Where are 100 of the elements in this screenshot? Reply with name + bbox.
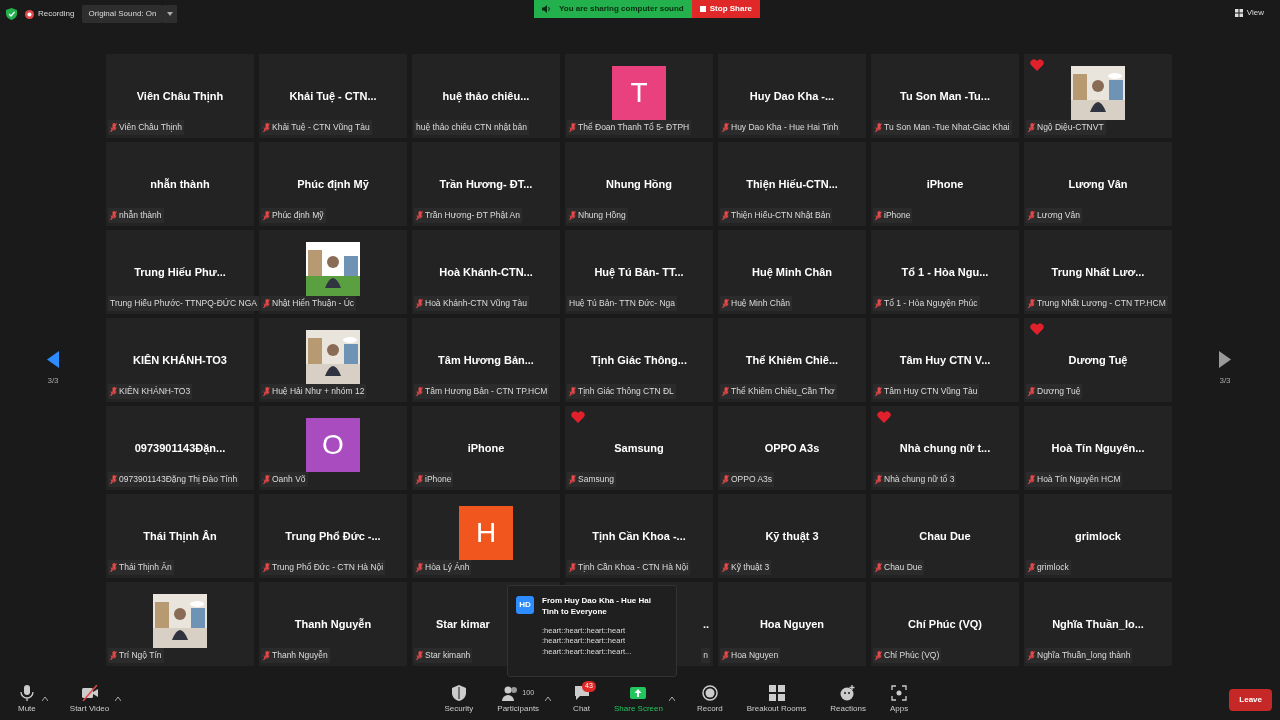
name-label: Lương Vân bbox=[1026, 208, 1082, 223]
apps-icon bbox=[891, 685, 907, 701]
view-button[interactable]: View bbox=[1228, 6, 1270, 20]
caret-icon bbox=[668, 696, 675, 701]
name-label: Nghĩa Thuần_long thành bbox=[1026, 648, 1133, 663]
shield-icon bbox=[6, 8, 17, 20]
page-indicator: 3/3 bbox=[1219, 375, 1231, 387]
name-label: Trung Nhất Lương - CTN TP.HCM bbox=[1026, 296, 1168, 311]
participant-name: Nhung Hồng bbox=[606, 176, 672, 192]
participant-name: Trung Nhất Lươ... bbox=[1051, 264, 1145, 280]
name-label: Huệ Hải Như + nhóm 12 bbox=[261, 384, 367, 399]
caret-icon bbox=[41, 696, 48, 701]
name-label: Tâm Huy CTN Vũng Tàu bbox=[873, 384, 980, 399]
participant-name: grimlock bbox=[1075, 528, 1121, 544]
name-label: Thể Đoan Thanh Tổ 5- ĐTPH bbox=[567, 120, 692, 135]
toolbar-button[interactable]: Start Video bbox=[65, 685, 114, 715]
participant-name: Huệ Minh Chân bbox=[751, 264, 833, 281]
leave-button[interactable]: Leave bbox=[1229, 689, 1272, 711]
record-icon bbox=[701, 685, 718, 701]
people-icon bbox=[502, 685, 519, 701]
name-label: Khải Tuệ - CTN Vũng Tàu bbox=[261, 120, 372, 135]
name-label: Samsung bbox=[567, 472, 616, 487]
name-label: Trần Hương- ĐT Phật An bbox=[414, 208, 522, 223]
name-label: n bbox=[701, 648, 710, 663]
name-label: Thái Thịnh Ân bbox=[108, 560, 174, 575]
participant-name: Tâm Hương Bản... bbox=[438, 352, 534, 368]
participant-name: Tâm Huy CTN V... bbox=[899, 352, 991, 368]
name-label: Thiện Hiếu-CTN Nhật Bản bbox=[720, 208, 833, 223]
name-label: Hoà Tín Nguyên HCM bbox=[1026, 472, 1123, 487]
toolbar-button[interactable]: Record bbox=[692, 685, 727, 715]
participant-name: OPPO A3s bbox=[764, 440, 820, 456]
toolbar-button[interactable]: Breakout Rooms bbox=[742, 685, 811, 715]
participant-name: Lương Vân bbox=[1068, 176, 1128, 192]
toolbar-button[interactable]: Security bbox=[440, 685, 478, 715]
grid-icon bbox=[768, 685, 785, 701]
participant-name: Tu Son Man -Tu... bbox=[900, 88, 990, 104]
avatar-tile: O bbox=[306, 418, 360, 472]
name-label: Chau Due bbox=[873, 560, 925, 575]
participant-name: 0973901143Đặn... bbox=[134, 440, 226, 457]
toolbar-button[interactable]: Share Screen bbox=[610, 685, 667, 715]
participant-name: Huy Dao Kha -... bbox=[749, 88, 835, 104]
participant-name: Phúc định Mỹ bbox=[297, 176, 369, 193]
sharing-notice-banner: You are sharing computer sound bbox=[534, 0, 692, 18]
name-label: Trung Hiếu Phước- TTNPQ-ĐỨC NGA bbox=[108, 296, 259, 311]
participant-name: Dương Tuệ bbox=[1068, 352, 1128, 369]
name-label: iPhone bbox=[873, 208, 913, 223]
name-label: Dương Tuệ bbox=[1026, 384, 1083, 399]
shield-icon bbox=[450, 685, 467, 701]
participant-name: Thanh Nguyễn bbox=[294, 616, 372, 632]
participant-name: Thiện Hiếu-CTN... bbox=[746, 176, 838, 193]
name-label: Hòa Lý Ánh bbox=[414, 560, 472, 575]
participant-name: Star kimar bbox=[436, 616, 490, 632]
name-label: Nhà chung nữ tổ 3 bbox=[873, 472, 957, 487]
participant-name: Chau Due bbox=[919, 528, 971, 544]
participant-name: Thái Thịnh Ân bbox=[143, 528, 217, 545]
camera-off-icon bbox=[81, 685, 98, 701]
name-label: Nhật Hiển Thuận - Úc bbox=[261, 296, 357, 311]
stop-share-button[interactable]: Stop Share bbox=[691, 0, 760, 18]
participant-name: Tịnh Cần Khoa -... bbox=[592, 528, 686, 545]
name-label: Hoa Nguyen bbox=[720, 648, 781, 663]
participant-name: huệ thảo chiêu... bbox=[442, 88, 530, 105]
toolbar-button[interactable]: Mute bbox=[14, 685, 40, 715]
participant-name: Trung Phổ Đức -... bbox=[285, 528, 381, 544]
message-sender: From Huy Dao Kha - Hue Hai Tinh to Everyone bbox=[542, 596, 652, 618]
name-label: Oanh Võ bbox=[261, 472, 308, 487]
participant-name: Hoà Tín Nguyên... bbox=[1051, 440, 1145, 456]
participant-name: KIÊN KHÁNH-TO3 bbox=[133, 352, 227, 368]
avatar-tile: H bbox=[459, 506, 513, 560]
name-label: Nhung Hồng bbox=[567, 208, 628, 223]
participant-name: .. bbox=[702, 616, 709, 632]
participant-name: Viên Châu Thịnh bbox=[136, 88, 224, 105]
participant-name: Tịnh Giác Thông... bbox=[591, 352, 687, 369]
sound-menu-button[interactable]: Original Sound: On bbox=[82, 5, 163, 23]
share-screen-icon bbox=[630, 685, 647, 701]
participant-name: Trần Hương- ĐT... bbox=[439, 176, 533, 192]
grid-icon bbox=[1234, 9, 1243, 17]
name-label: Tu Son Man -Tue Nhat-Giac Khai bbox=[873, 120, 1012, 135]
name-label: Tâm Hương Bản - CTN TP.HCM bbox=[414, 384, 550, 399]
name-label: Viên Châu Thịnh bbox=[108, 120, 184, 135]
caret-icon bbox=[545, 696, 552, 701]
participant-name: nhẫn thành bbox=[150, 176, 210, 192]
participant-name: Hoa Nguyen bbox=[759, 616, 825, 632]
name-label: Tổ 1 - Hòa Nguyện Phúc bbox=[873, 296, 980, 311]
participant-name: Thể Khiêm Chiê... bbox=[745, 352, 839, 368]
name-label: nhẫn thành bbox=[108, 208, 164, 223]
name-label: Huệ Tú Bản- TTN Đức- Nga bbox=[567, 296, 677, 311]
participant-name: iPhone bbox=[467, 440, 505, 456]
name-label: Trí Ngộ Tín bbox=[108, 648, 164, 663]
name-label: grimlock bbox=[1026, 560, 1071, 575]
name-label: Huy Dao Kha - Hue Hai Tinh bbox=[720, 120, 841, 135]
recording-icon bbox=[25, 9, 34, 19]
toolbar-button[interactable]: Reactions bbox=[826, 685, 870, 715]
participant-name: Nhà chung nữ t... bbox=[899, 440, 991, 456]
stop-icon bbox=[699, 6, 706, 12]
toolbar-button[interactable]: Apps bbox=[885, 685, 913, 715]
participant-name: Kỹ thuật 3 bbox=[765, 528, 819, 545]
participant-name: Tổ 1 - Hòa Ngu... bbox=[901, 264, 989, 280]
name-label: huệ thảo chiêu CTN nhật bản bbox=[414, 120, 530, 135]
avatar-icon: HD bbox=[516, 596, 534, 614]
caret-icon bbox=[166, 11, 173, 16]
